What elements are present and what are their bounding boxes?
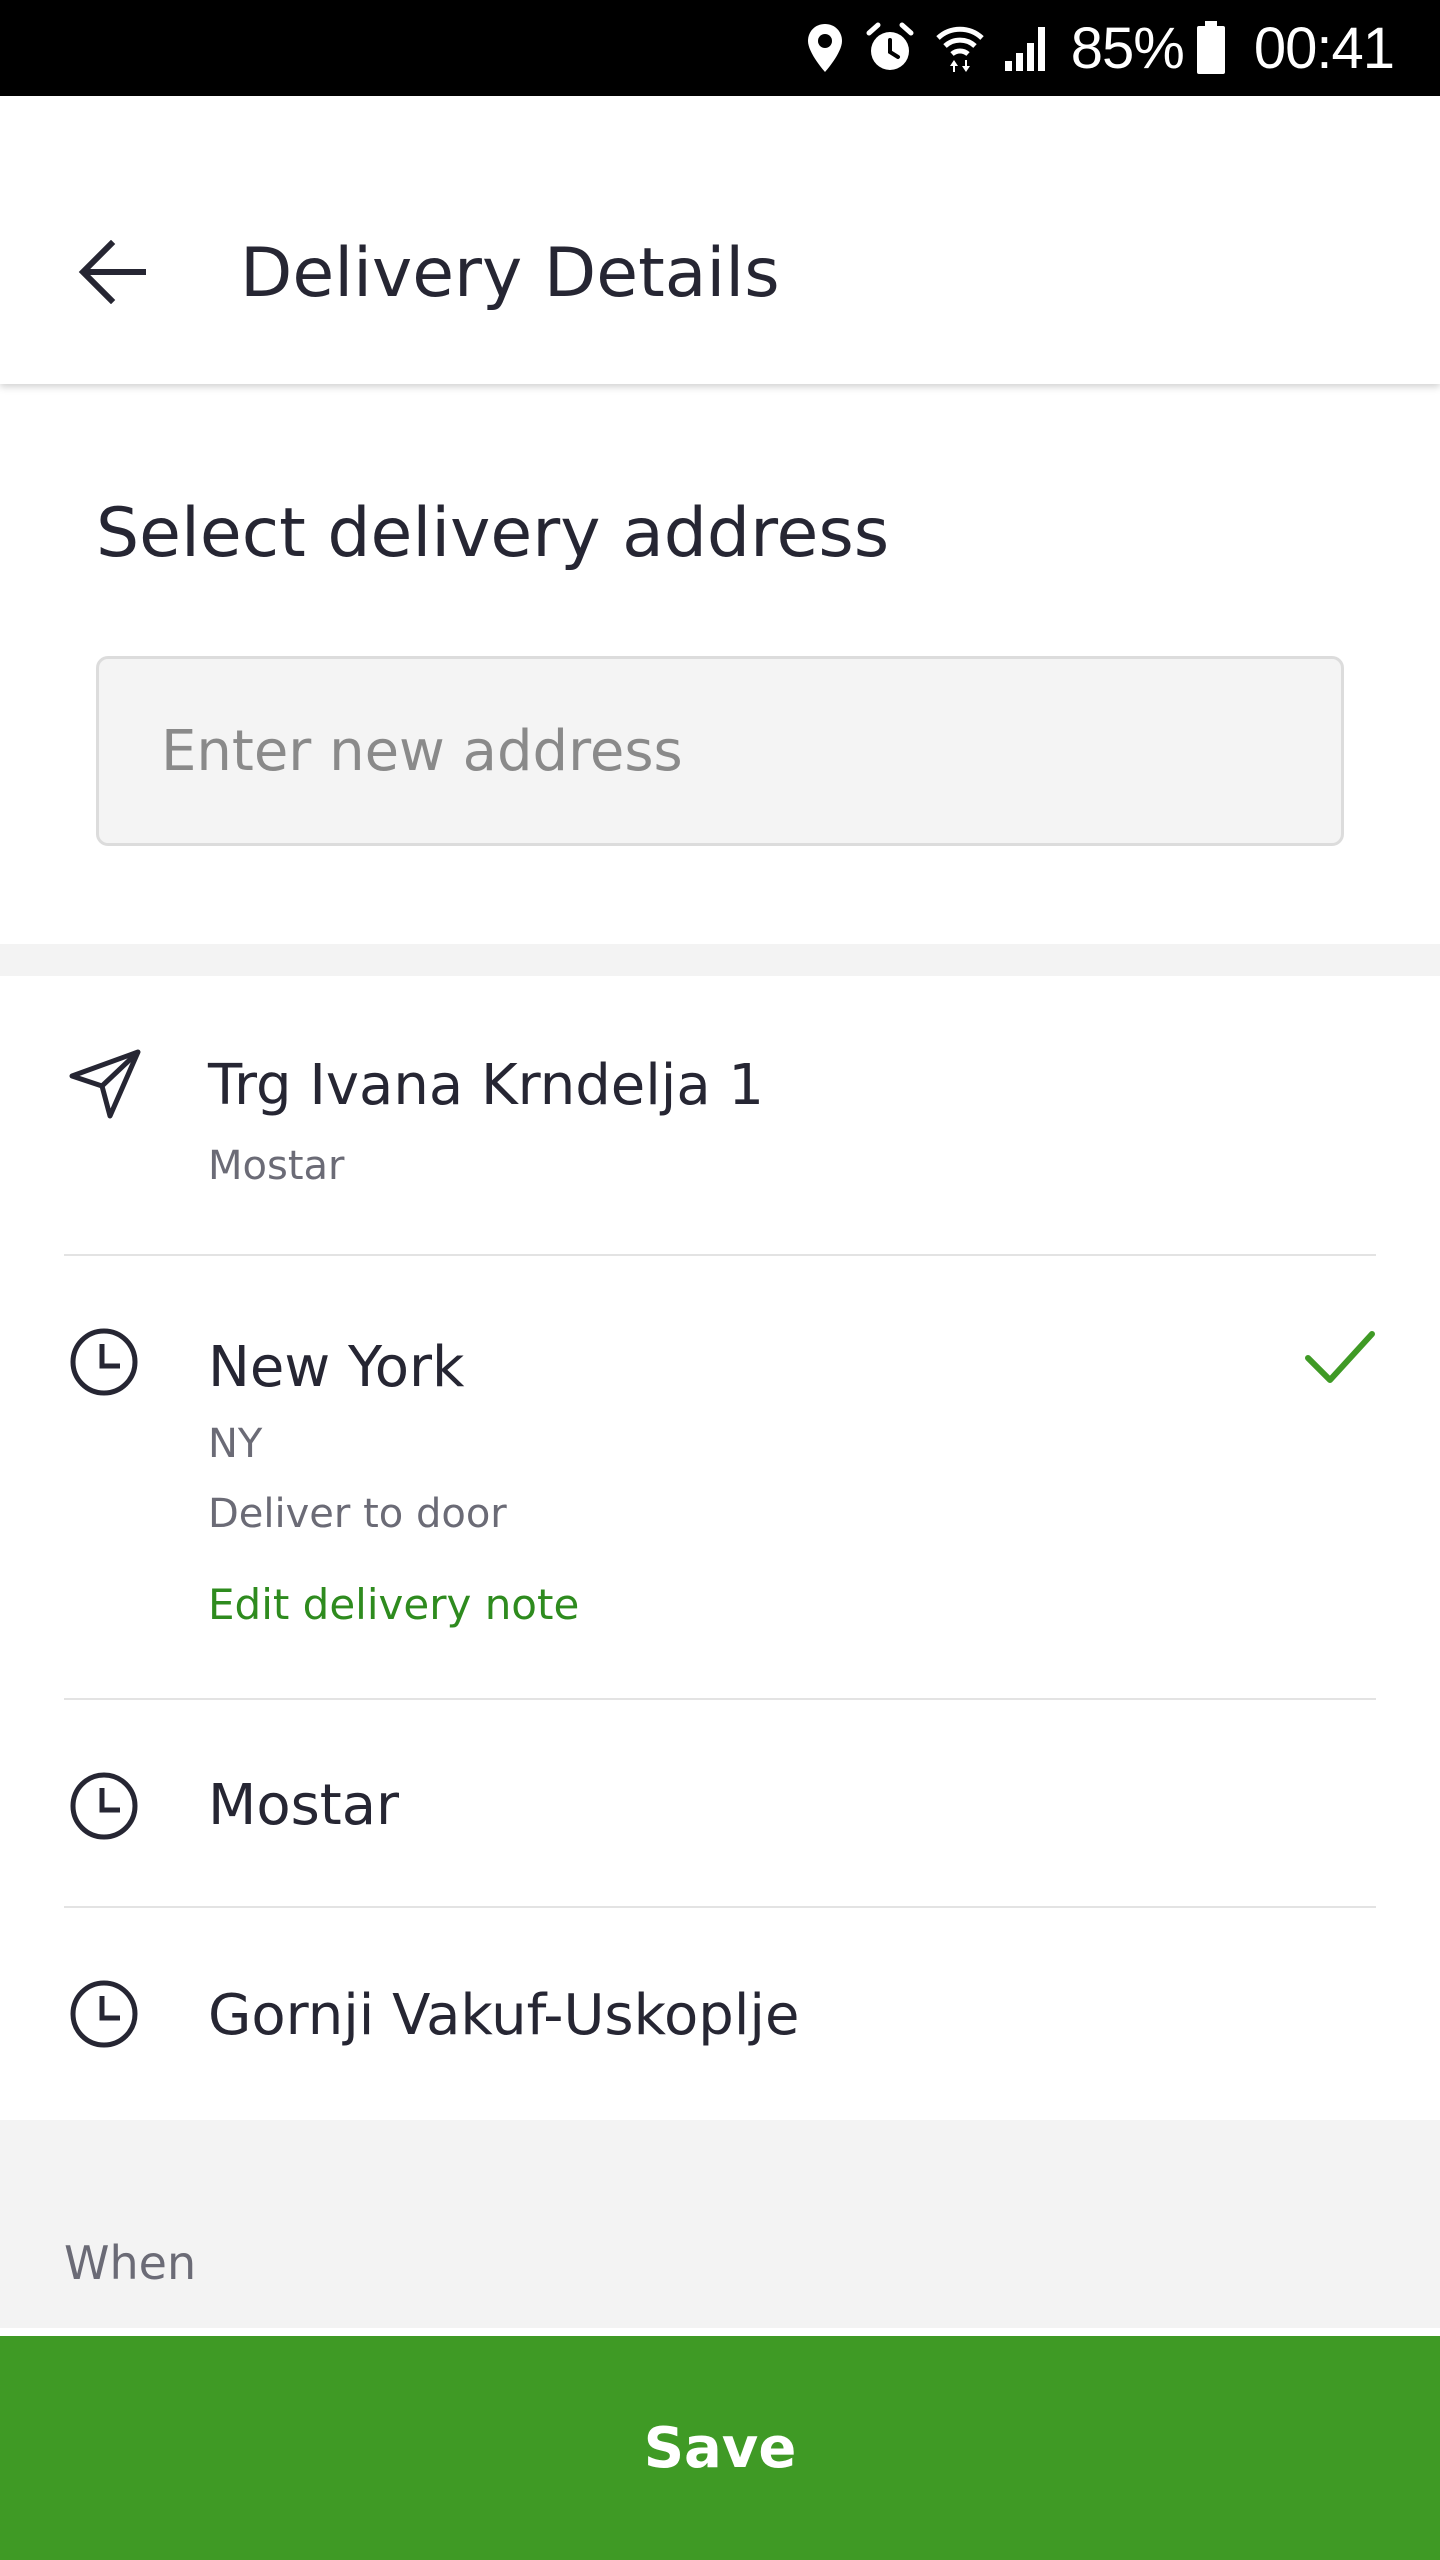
address-subtitle: NY xyxy=(208,1421,263,1467)
address-item-new-york[interactable]: New York NY Deliver to door Edit deliver… xyxy=(0,1256,1440,1700)
section-title: Select delivery address xyxy=(96,494,890,573)
battery-icon xyxy=(1196,21,1226,75)
address-title: Trg Ivana Krndelja 1 xyxy=(208,1053,765,1118)
app-bar: Delivery Details xyxy=(0,96,1440,384)
clock-time: 00:41 xyxy=(1253,15,1395,81)
screen: 85% 00:41 Delivery Details Select delive… xyxy=(0,0,1440,2560)
navigation-arrow-icon xyxy=(68,1046,141,1119)
back-button[interactable] xyxy=(62,224,162,324)
edit-delivery-note-link[interactable]: Edit delivery note xyxy=(208,1584,579,1626)
alarm-icon xyxy=(863,21,917,75)
wifi-icon xyxy=(935,22,985,74)
clock-icon xyxy=(68,1326,140,1398)
delivery-note: Deliver to door xyxy=(208,1491,507,1537)
address-item-mostar[interactable]: Mostar xyxy=(0,1700,1440,1908)
status-icons: 85% 00:41 xyxy=(805,0,1395,96)
address-title: New York xyxy=(208,1335,465,1400)
status-bar: 85% 00:41 xyxy=(0,0,1440,96)
address-item-current-location[interactable]: Trg Ivana Krndelja 1 Mostar xyxy=(0,976,1440,1256)
address-search-input[interactable] xyxy=(99,659,1341,843)
save-button[interactable]: Save xyxy=(0,2336,1440,2560)
arrow-left-icon xyxy=(77,239,147,308)
clock-icon xyxy=(68,1978,140,2050)
address-title: Mostar xyxy=(208,1773,400,1838)
location-icon xyxy=(805,22,845,74)
address-input-container xyxy=(96,656,1344,846)
signal-icon xyxy=(1003,23,1053,73)
page-title: Delivery Details xyxy=(240,234,780,313)
clock-icon xyxy=(68,1770,140,1842)
when-label: When xyxy=(64,2236,197,2290)
checkmark-icon xyxy=(1302,1320,1378,1396)
when-section xyxy=(0,2120,1440,2328)
address-subtitle: Mostar xyxy=(208,1143,345,1189)
section-divider xyxy=(0,944,1440,976)
address-item-gornji-vakuf[interactable]: Gornji Vakuf-Uskoplje xyxy=(0,1908,1440,2120)
address-title: Gornji Vakuf-Uskoplje xyxy=(208,1983,800,2048)
battery-percent: 85% xyxy=(1070,15,1185,81)
